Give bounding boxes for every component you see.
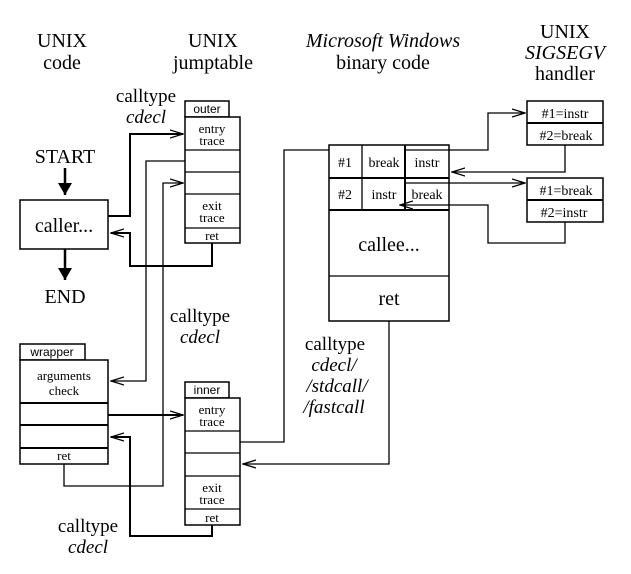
handler-row: #2=break [540, 129, 593, 144]
header-sigsegv-handler: UNIX SIGSEGV handler [525, 21, 608, 85]
outer-block: outer entry trace exit trace ret [184, 100, 241, 244]
bp-id: #2 [338, 188, 352, 203]
header-unix-code: UNIX code [37, 30, 88, 74]
calltype-line: calltype [58, 516, 118, 537]
end-label: END [44, 286, 85, 308]
bp-value: instr [415, 156, 440, 171]
header-line: code [43, 52, 81, 74]
diagram-canvas: UNIX code UNIX jumptable Microsoft Windo… [0, 0, 631, 574]
bp-value: break [411, 188, 442, 203]
wrapper-ret: ret [57, 448, 71, 463]
wrapper-tab-label: wrapper [29, 345, 73, 359]
calltype-line: calltype [170, 306, 230, 327]
header-line: jumptable [172, 52, 253, 74]
bp-id: #1 [338, 156, 352, 171]
header-line: UNIX [37, 30, 88, 52]
calltype-outer-label: calltype cdecl [116, 86, 176, 128]
callee-label: callee... [358, 234, 420, 256]
outer-ret: ret [205, 228, 219, 243]
calltype-line: /fastcall [302, 397, 364, 418]
diagram-svg: UNIX code UNIX jumptable Microsoft Windo… [19, 21, 608, 558]
bp-value: instr [372, 188, 397, 203]
callee-ret-label: ret [378, 288, 400, 310]
handler-box-1: #1=instr #2=break [526, 100, 604, 146]
calltype-wrapper-label: calltype cdecl [170, 306, 230, 348]
handler-box-2: #1=break #2=instr [526, 177, 604, 223]
header-windows-binary: Microsoft Windows binary code [305, 30, 460, 74]
calltype-line: cdecl [180, 327, 220, 348]
inner-entry-trace: trace [199, 414, 224, 429]
handler-row: #1=instr [542, 107, 589, 122]
outer-exit-trace: trace [199, 210, 224, 225]
calltype-line: calltype [116, 86, 176, 107]
calltype-line: /stdcall/ [305, 376, 369, 397]
calltype-inner-ret-label: calltype cdecl [58, 516, 118, 558]
header-line: Microsoft Windows [305, 30, 460, 52]
wrapper-args-check: check [49, 383, 80, 398]
calltype-line: cdecl [126, 107, 166, 128]
caller-label: caller... [35, 215, 93, 237]
calltype-inner-out-label: calltype cdecl/ /stdcall/ /fastcall [302, 334, 369, 418]
wrapper-args-check: arguments [37, 368, 91, 383]
header-line: UNIX [188, 30, 239, 52]
header-line: SIGSEGV [525, 42, 608, 64]
header-line: UNIX [540, 21, 591, 43]
outer-entry-trace: trace [199, 133, 224, 148]
inner-exit-trace: trace [199, 492, 224, 507]
calltype-line: cdecl [68, 537, 108, 558]
header-unix-jumptable: UNIX jumptable [172, 30, 253, 74]
calltype-line: calltype [305, 334, 365, 355]
header-line: binary code [336, 52, 430, 74]
calltype-line: cdecl/ [311, 355, 358, 376]
outer-tab-label: outer [193, 102, 220, 116]
handler-row: #2=instr [541, 206, 588, 221]
inner-ret: ret [205, 510, 219, 525]
arrow-outer-to-wrapper [111, 160, 185, 381]
arrow-handler1-to-instr1 [452, 145, 566, 172]
windows-binary-block: #1 break instr #2 instr break callee... … [328, 144, 450, 322]
start-label: START [35, 146, 96, 168]
inner-block: inner entry trace exit trace ret [184, 381, 241, 526]
handler-row: #1=break [540, 184, 593, 199]
wrapper-block: wrapper arguments check ret [19, 343, 109, 465]
header-line: handler [535, 63, 595, 85]
bp-value: break [368, 156, 399, 171]
inner-tab-label: inner [194, 383, 221, 397]
